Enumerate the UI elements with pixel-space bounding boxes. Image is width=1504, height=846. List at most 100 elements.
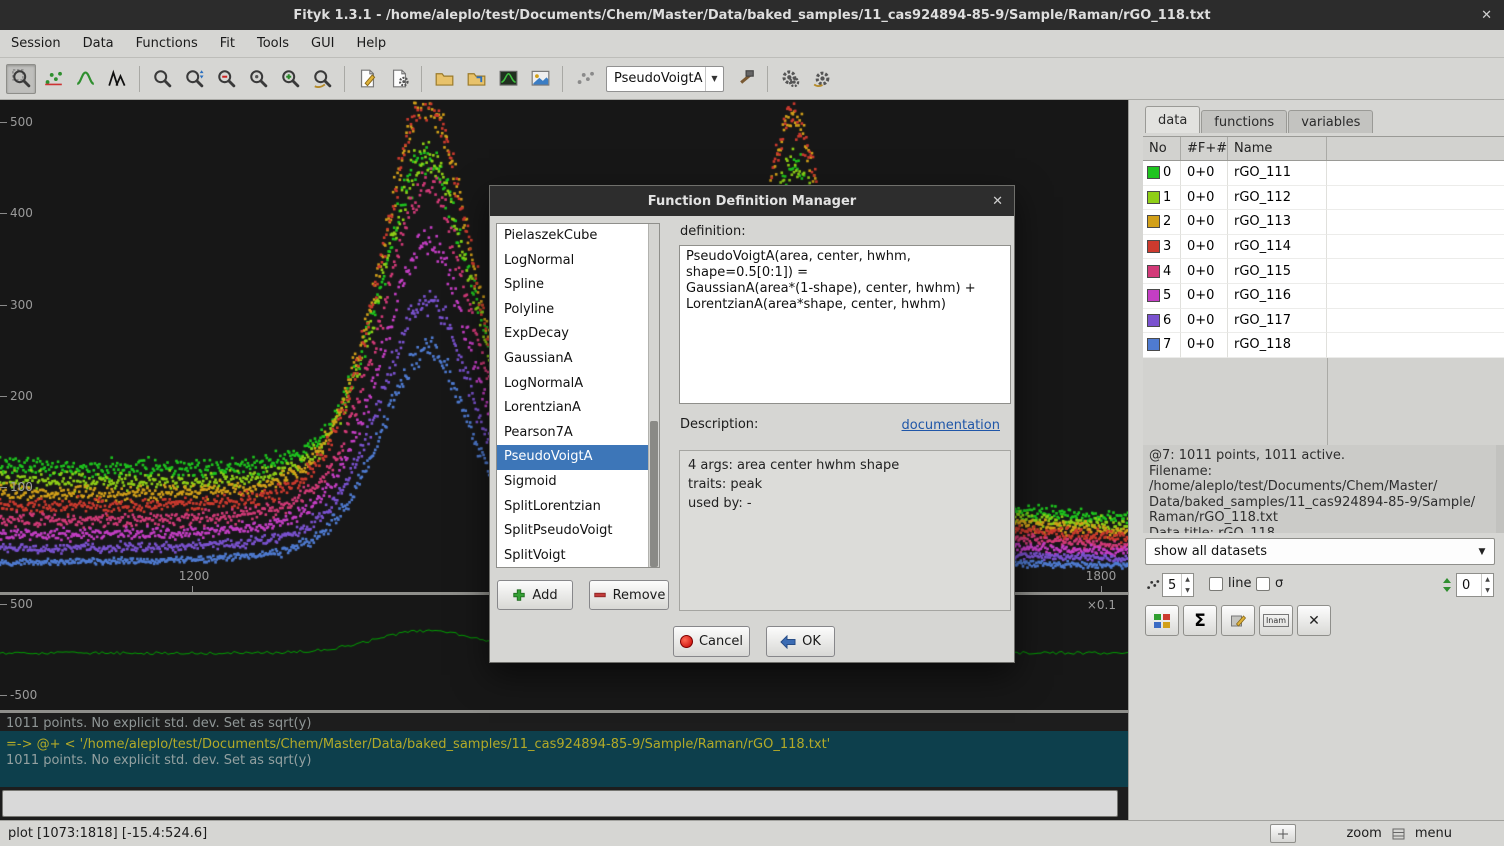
sum-button[interactable]: Σ <box>1183 605 1217 636</box>
add-button-label: Add <box>532 588 557 603</box>
dataset-fcount: 0+0 <box>1181 186 1228 211</box>
undo-fit-button[interactable] <box>807 64 837 94</box>
run-fit-button[interactable] <box>775 64 805 94</box>
header-name[interactable]: Name <box>1228 137 1327 160</box>
tab-functions[interactable]: functions <box>1201 110 1287 133</box>
description-box: 4 args: area center hwhm shape traits: p… <box>679 450 1011 611</box>
list-item[interactable]: Spline <box>497 273 659 298</box>
menu-fit[interactable]: Fit <box>209 30 246 57</box>
load-data-button[interactable] <box>429 64 459 94</box>
menu-session[interactable]: Session <box>0 30 72 57</box>
table-row[interactable]: 2 0+0 rGO_113 <box>1143 210 1504 235</box>
title-bar: Fityk 1.3.1 - /home/aleplo/test/Document… <box>0 0 1504 30</box>
x-tick-label: 1200 <box>174 569 214 583</box>
dialog-close-icon[interactable]: ✕ <box>992 194 1003 209</box>
zoom-in-button[interactable] <box>275 64 305 94</box>
list-item-selected[interactable]: PseudoVoigtA <box>497 445 659 470</box>
dataset-no: 0 <box>1163 165 1171 180</box>
panel-splitter[interactable] <box>1128 100 1143 820</box>
header-no[interactable]: No <box>1143 137 1181 160</box>
dataset-name: rGO_118 <box>1228 333 1327 358</box>
crosshair-toggle-button[interactable] <box>1270 824 1296 843</box>
zoom-previous-button[interactable] <box>243 64 273 94</box>
table-row[interactable]: 1 0+0 rGO_112 <box>1143 186 1504 211</box>
command-input[interactable] <box>2 790 1118 817</box>
function-type-list[interactable]: PielaszekCube LogNormal Spline Polyline … <box>496 223 660 568</box>
list-scrollbar[interactable] <box>648 224 659 567</box>
zoom-mode-button[interactable] <box>6 64 36 94</box>
menu-help[interactable]: Help <box>345 30 397 57</box>
delete-dataset-button[interactable]: ✕ <box>1297 605 1331 636</box>
shift-spinner[interactable]: 0 ▲▼ <box>1456 573 1494 597</box>
table-row[interactable]: 6 0+0 rGO_117 <box>1143 309 1504 334</box>
table-row[interactable]: 4 0+0 rGO_115 <box>1143 259 1504 284</box>
list-item[interactable]: GaussianA <box>497 347 659 372</box>
zoom-vertical-button[interactable] <box>179 64 209 94</box>
list-item[interactable]: SplitPseudoVoigt <box>497 519 659 544</box>
dataset-colors-button[interactable] <box>1145 605 1179 636</box>
list-item[interactable]: SplitVoigt <box>497 544 659 568</box>
list-item[interactable]: PielaszekCube <box>497 224 659 249</box>
rename-button[interactable]: Inam <box>1259 605 1293 636</box>
save-session-button[interactable] <box>493 64 523 94</box>
dataset-no: 2 <box>1163 214 1171 229</box>
dataset-filter-dropdown[interactable]: show all datasets ▼ <box>1145 538 1495 565</box>
remove-button[interactable]: Remove <box>589 580 669 610</box>
function-definition-manager-dialog: Function Definition Manager ✕ PielaszekC… <box>489 185 1015 663</box>
list-item[interactable]: ExpDecay <box>497 322 659 347</box>
script-editor-button[interactable] <box>384 64 414 94</box>
function-type-value: PseudoVoigtA <box>607 71 705 86</box>
add-peak-mode-button[interactable] <box>70 64 100 94</box>
cancel-button[interactable]: Cancel <box>673 626 750 657</box>
window-close-icon[interactable]: ✕ <box>1481 0 1492 30</box>
menu-functions[interactable]: Functions <box>125 30 209 57</box>
status-menu-button[interactable]: menu <box>1415 826 1452 841</box>
list-item[interactable]: Polyline <box>497 298 659 323</box>
function-type-dropdown[interactable]: PseudoVoigtA ▼ <box>606 66 724 92</box>
table-row[interactable]: 0 0+0 rGO_111 <box>1143 161 1504 186</box>
zoom-all-button[interactable] <box>147 64 177 94</box>
tab-variables[interactable]: variables <box>1288 110 1373 133</box>
guess-peak-button[interactable] <box>570 64 600 94</box>
dataset-info: @7: 1011 points, 1011 active. Filename: … <box>1143 445 1496 533</box>
edit-script-button[interactable] <box>352 64 382 94</box>
sigma-checkbox[interactable] <box>1256 577 1270 591</box>
load-data-custom-button[interactable] <box>461 64 491 94</box>
table-row[interactable]: 5 0+0 rGO_116 <box>1143 284 1504 309</box>
definition-textarea[interactable]: PseudoVoigtA(area, center, hwhm, shape=0… <box>679 245 1011 404</box>
list-item[interactable]: LogNormalA <box>497 372 659 397</box>
export-image-button[interactable] <box>525 64 555 94</box>
list-item[interactable]: Sigmoid <box>497 470 659 495</box>
info-scrollbar[interactable] <box>1496 445 1504 533</box>
status-zoom-button[interactable]: zoom <box>1346 826 1381 841</box>
ok-button[interactable]: OK <box>766 626 835 657</box>
draw-peak-mode-button[interactable] <box>102 64 132 94</box>
add-function-button[interactable] <box>730 64 760 94</box>
tab-data[interactable]: data <box>1145 106 1200 133</box>
edit-data-button[interactable] <box>1221 605 1255 636</box>
list-item[interactable]: SplitLorentzian <box>497 495 659 520</box>
zoom-out-button[interactable] <box>211 64 241 94</box>
list-item[interactable]: Pearson7A <box>497 421 659 446</box>
chevron-down-icon: ▼ <box>1470 547 1494 557</box>
table-row[interactable]: 7 0+0 rGO_118 <box>1143 333 1504 358</box>
line-checkbox[interactable] <box>1209 577 1223 591</box>
menu-data[interactable]: Data <box>72 30 125 57</box>
dataset-color-swatch <box>1147 215 1160 228</box>
status-right: zoom menu <box>1270 824 1452 843</box>
menu-tools[interactable]: Tools <box>246 30 300 57</box>
spinner-arrows[interactable]: ▲▼ <box>1481 574 1493 596</box>
list-item[interactable]: LorentzianA <box>497 396 659 421</box>
zoom-undo-button[interactable] <box>307 64 337 94</box>
spinner-arrows[interactable]: ▲▼ <box>1181 574 1193 596</box>
output-console[interactable]: 1011 points. No explicit std. dev. Set a… <box>0 713 1128 820</box>
add-button[interactable]: Add <box>497 580 573 610</box>
documentation-link[interactable]: documentation <box>902 418 1000 433</box>
header-f[interactable]: #F+# <box>1181 137 1228 160</box>
list-item[interactable]: LogNormal <box>497 249 659 274</box>
table-row[interactable]: 3 0+0 rGO_114 <box>1143 235 1504 260</box>
point-size-spinner[interactable]: 5 ▲▼ <box>1162 573 1194 597</box>
data-range-mode-button[interactable] <box>38 64 68 94</box>
scrollbar-thumb[interactable] <box>650 421 658 567</box>
menu-gui[interactable]: GUI <box>300 30 345 57</box>
